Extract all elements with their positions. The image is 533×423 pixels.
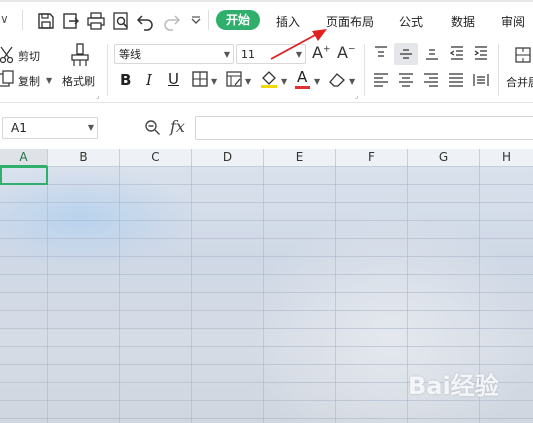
- annotation-arrow-icon: [270, 29, 327, 60]
- decrease-indent-icon[interactable]: [448, 44, 466, 62]
- align-top-icon[interactable]: [372, 44, 390, 62]
- print-preview-icon[interactable]: [111, 11, 131, 31]
- group-launcher-icon[interactable]: ⌟: [96, 92, 99, 100]
- align-bottom-icon[interactable]: [423, 44, 441, 62]
- italic-icon[interactable]: I: [146, 71, 152, 89]
- decrease-font-icon[interactable]: A−: [337, 43, 356, 62]
- font-name-value: 等线: [119, 48, 141, 61]
- format-painter-button[interactable]: 格式刷: [62, 73, 95, 89]
- formula-input[interactable]: [195, 116, 533, 140]
- name-box[interactable]: A1 ▼: [2, 117, 98, 139]
- divider: [22, 10, 23, 30]
- tab-review[interactable]: 审阅: [501, 13, 525, 30]
- chevron-down-icon[interactable]: ▼: [211, 77, 217, 86]
- more-icon[interactable]: [186, 11, 206, 31]
- grid-line: [0, 256, 533, 257]
- copy-dropdown-icon[interactable]: ▼: [46, 76, 52, 85]
- quick-menu-arrow[interactable]: ∨: [0, 12, 9, 26]
- align-right-icon[interactable]: [422, 71, 440, 89]
- font-size-value: 11: [241, 48, 255, 61]
- formula-bar: A1 ▼ fx: [0, 103, 533, 149]
- column-header-b[interactable]: B: [48, 149, 120, 166]
- selected-cell-a1[interactable]: [0, 166, 48, 185]
- column-header-bar: A B C D E F G H: [0, 149, 533, 167]
- column-header-e[interactable]: E: [264, 149, 336, 166]
- grid-line: [119, 166, 120, 423]
- fx-icon[interactable]: fx: [170, 117, 185, 136]
- chevron-down-icon: ▼: [87, 123, 94, 132]
- grid-line: [0, 418, 533, 419]
- column-header-g[interactable]: G: [408, 149, 480, 166]
- column-header-a[interactable]: A: [0, 149, 48, 167]
- grid-line: [0, 220, 533, 221]
- tab-formulas[interactable]: 公式: [399, 13, 423, 30]
- cell-style-icon[interactable]: [226, 71, 242, 87]
- tab-data[interactable]: 数据: [451, 13, 475, 30]
- format-painter-icon[interactable]: [68, 42, 92, 68]
- copy-icon[interactable]: [0, 70, 18, 90]
- divider: [498, 44, 499, 96]
- cell-ref-value: A1: [11, 121, 27, 135]
- column-header-d[interactable]: D: [192, 149, 264, 166]
- column-header-f[interactable]: F: [336, 149, 408, 166]
- tab-home[interactable]: 开始: [216, 10, 261, 30]
- grid-line: [0, 238, 533, 239]
- grid-line: [0, 310, 533, 311]
- undo-icon[interactable]: [136, 11, 156, 31]
- export-icon[interactable]: [61, 11, 81, 31]
- grid-line: [0, 346, 533, 347]
- border-icon[interactable]: [192, 71, 208, 87]
- divider: [364, 44, 365, 96]
- divider: [208, 10, 209, 30]
- grid-line: [47, 166, 48, 423]
- align-middle-button[interactable]: [394, 43, 418, 65]
- scissors-icon[interactable]: [0, 45, 18, 65]
- grid-line: [0, 292, 533, 293]
- save-icon[interactable]: [36, 11, 56, 31]
- underline-icon[interactable]: U: [168, 70, 179, 88]
- print-icon[interactable]: [86, 11, 106, 31]
- grid-line: [0, 202, 533, 203]
- chevron-down-icon[interactable]: ▼: [314, 77, 320, 86]
- merge-center-button[interactable]: 合并居: [506, 74, 533, 90]
- grid-line: [0, 274, 533, 275]
- grid-line: [0, 328, 533, 329]
- divider: [107, 44, 108, 96]
- group-launcher-icon[interactable]: ⌟: [355, 92, 358, 100]
- redo-icon[interactable]: [161, 11, 181, 31]
- increase-indent-icon[interactable]: [472, 44, 490, 62]
- align-middle-icon: [400, 49, 412, 59]
- font-name-select[interactable]: 等线 ▼: [114, 44, 234, 64]
- align-center-icon[interactable]: [397, 71, 415, 89]
- grid-line: [191, 166, 192, 423]
- chevron-down-icon[interactable]: ▼: [349, 77, 355, 86]
- column-header-h[interactable]: H: [480, 149, 533, 166]
- grid-line: [335, 166, 336, 423]
- distributed-align-icon[interactable]: [472, 71, 490, 89]
- chevron-down-icon[interactable]: ▼: [245, 77, 251, 86]
- font-color-bar: [295, 86, 310, 89]
- chevron-down-icon[interactable]: ▼: [281, 77, 287, 86]
- grid-line: [263, 166, 264, 423]
- align-left-icon[interactable]: [372, 71, 390, 89]
- bold-icon[interactable]: B: [120, 71, 131, 89]
- eraser-icon[interactable]: [328, 70, 346, 88]
- copy-button[interactable]: 复制: [18, 73, 40, 89]
- zoom-icon[interactable]: [144, 119, 161, 136]
- cut-button[interactable]: 剪切: [18, 48, 40, 64]
- column-header-c[interactable]: C: [120, 149, 192, 166]
- merge-cells-icon[interactable]: [514, 46, 532, 64]
- grid-line: [0, 184, 533, 185]
- top-border: [0, 0, 533, 2]
- grid-line: [0, 364, 533, 365]
- chevron-down-icon: ▼: [223, 50, 230, 59]
- watermark: Bai经验: [408, 372, 499, 400]
- fill-color-icon[interactable]: [260, 69, 278, 89]
- font-color-icon[interactable]: A: [297, 68, 307, 86]
- justify-icon[interactable]: [447, 71, 465, 89]
